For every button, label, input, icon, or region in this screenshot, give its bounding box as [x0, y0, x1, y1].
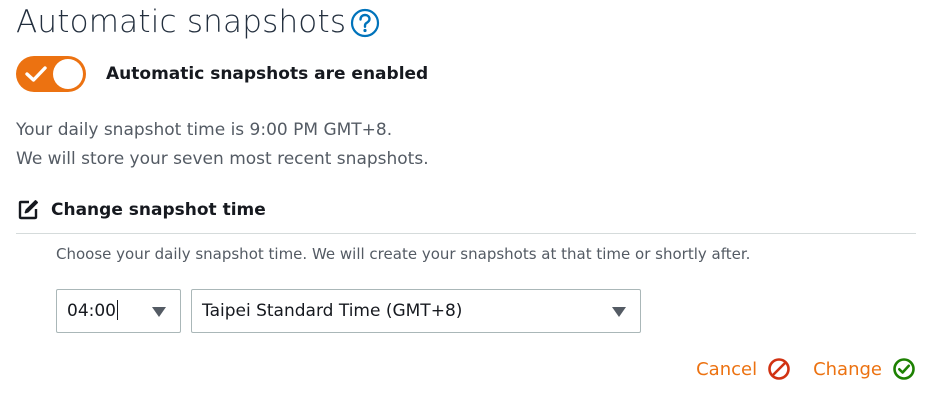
change-snapshot-time-header: Change snapshot time [16, 196, 266, 224]
time-select-value: 04:00 [67, 299, 118, 321]
snapshot-time-info: Your daily snapshot time is 9:00 PM GMT+… [16, 120, 393, 140]
chevron-down-icon [612, 307, 626, 317]
cancel-label: Cancel [696, 358, 758, 380]
change-button[interactable]: Change [813, 357, 916, 381]
toggle-knob [53, 59, 83, 89]
chevron-down-icon [152, 307, 166, 317]
form-actions: Cancel Change [696, 355, 916, 383]
timezone-select[interactable]: Taipei Standard Time (GMT+8) [191, 289, 641, 333]
question-circle-icon[interactable] [350, 8, 380, 38]
auto-snapshot-toggle-row: Automatic snapshots are enabled [16, 56, 428, 92]
cancel-circle-icon [768, 358, 790, 380]
time-select[interactable]: 04:00 [56, 289, 181, 333]
edit-icon [16, 198, 40, 222]
toggle-label: Automatic snapshots are enabled [106, 64, 429, 84]
auto-snapshot-toggle[interactable] [16, 56, 86, 92]
title-row: Automatic snapshots [16, 0, 380, 44]
page-title: Automatic snapshots [16, 4, 347, 40]
check-circle-icon [893, 358, 915, 380]
change-label: Change [813, 358, 882, 380]
timezone-select-value: Taipei Standard Time (GMT+8) [202, 301, 463, 321]
cancel-button[interactable]: Cancel [696, 357, 791, 381]
snapshot-time-instruction: Choose your daily snapshot time. We will… [56, 245, 751, 263]
checkmark-icon [25, 66, 47, 82]
change-snapshot-time-title: Change snapshot time [51, 200, 266, 220]
section-divider [16, 233, 916, 234]
snapshot-retention-info: We will store your seven most recent sna… [16, 149, 429, 169]
